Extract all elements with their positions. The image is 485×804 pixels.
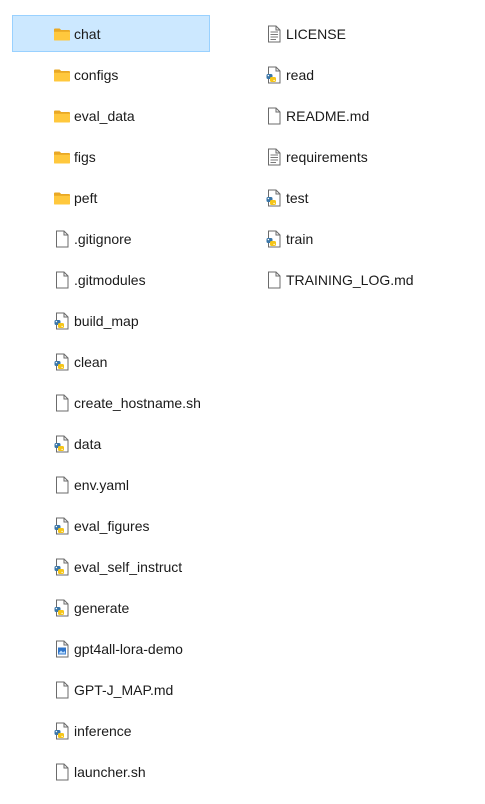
folder-item-configs[interactable]: configs	[12, 56, 210, 93]
folder-icon	[53, 66, 71, 84]
python-file-icon	[53, 353, 71, 371]
item-label: eval_figures	[74, 517, 150, 534]
file-item-train[interactable]: train	[223, 220, 473, 257]
item-label: generate	[74, 599, 130, 616]
item-label: configs	[74, 66, 119, 83]
item-label: .gitmodules	[74, 271, 146, 288]
file-icon	[265, 107, 283, 125]
file-item-build-map[interactable]: build_map	[12, 302, 210, 339]
item-label: env.yaml	[74, 476, 129, 493]
item-label: LICENSE	[286, 25, 346, 42]
item-label: launcher.sh	[74, 763, 146, 780]
file-item-inference[interactable]: inference	[12, 712, 210, 749]
folder-icon	[53, 189, 71, 207]
item-label: .gitignore	[74, 230, 132, 247]
file-item-generate[interactable]: generate	[12, 589, 210, 626]
item-label: requirements	[286, 148, 368, 165]
folder-item-chat[interactable]: chat	[12, 15, 210, 52]
folder-item-figs[interactable]: figs	[12, 138, 210, 175]
file-icon	[53, 763, 71, 781]
item-label: train	[286, 230, 314, 247]
item-label: TRAINING_LOG.md	[286, 271, 414, 288]
file-item-env-yaml[interactable]: env.yaml	[12, 466, 210, 503]
python-file-icon	[265, 230, 283, 248]
file-item-gitmodules[interactable]: .gitmodules	[12, 261, 210, 298]
item-label: GPT-J_MAP.md	[74, 681, 174, 698]
file-item-eval-figures[interactable]: eval_figures	[12, 507, 210, 544]
file-item-gpt-j-map-md[interactable]: GPT-J_MAP.md	[12, 671, 210, 708]
file-item-eval-self-instruct[interactable]: eval_self_instruct	[12, 548, 210, 585]
item-label: README.md	[286, 107, 370, 124]
item-label: create_hostname.sh	[74, 394, 201, 411]
file-item-test[interactable]: test	[223, 179, 473, 216]
item-label: test	[286, 189, 309, 206]
python-file-icon	[265, 189, 283, 207]
item-label: eval_self_instruct	[74, 558, 183, 575]
file-icon	[265, 271, 283, 289]
file-list-right: LICENSE read README.md requirements test trai…	[223, 15, 473, 302]
folder-icon	[53, 25, 71, 43]
file-item-data[interactable]: data	[12, 425, 210, 462]
item-label: inference	[74, 722, 132, 739]
python-file-icon	[53, 312, 71, 330]
file-item-create-hostname-sh[interactable]: create_hostname.sh	[12, 384, 210, 421]
text-file-icon	[265, 25, 283, 43]
file-item-training-log-md[interactable]: TRAINING_LOG.md	[223, 261, 473, 298]
python-file-icon	[265, 66, 283, 84]
image-file-icon	[53, 640, 71, 658]
python-file-icon	[53, 599, 71, 617]
item-label: gpt4all-lora-demo	[74, 640, 183, 657]
file-icon	[53, 681, 71, 699]
item-label: read	[286, 66, 315, 83]
file-icon	[53, 271, 71, 289]
file-icon	[53, 476, 71, 494]
python-file-icon	[53, 722, 71, 740]
folder-icon	[53, 107, 71, 125]
python-file-icon	[53, 435, 71, 453]
file-list-left: chat configs eval_datafigs peft .gitignore .g…	[12, 15, 210, 794]
folder-item-peft[interactable]: peft	[12, 179, 210, 216]
file-item-clean[interactable]: clean	[12, 343, 210, 380]
python-file-icon	[53, 558, 71, 576]
file-icon	[53, 230, 71, 248]
item-label: data	[74, 435, 102, 452]
folder-icon	[53, 148, 71, 166]
file-item-license[interactable]: LICENSE	[223, 15, 473, 52]
file-item-gpt4all-lora-demo[interactable]: gpt4all-lora-demo	[12, 630, 210, 667]
python-file-icon	[53, 517, 71, 535]
item-label: peft	[74, 189, 98, 206]
item-label: chat	[74, 25, 101, 42]
text-file-icon	[265, 148, 283, 166]
item-label: eval_data	[74, 107, 135, 124]
item-label: build_map	[74, 312, 139, 329]
file-item-requirements[interactable]: requirements	[223, 138, 473, 175]
file-item-read[interactable]: read	[223, 56, 473, 93]
file-item-gitignore[interactable]: .gitignore	[12, 220, 210, 257]
file-item-readme-md[interactable]: README.md	[223, 97, 473, 134]
item-label: clean	[74, 353, 108, 370]
file-item-launcher-sh[interactable]: launcher.sh	[12, 753, 210, 790]
item-label: figs	[74, 148, 96, 165]
file-icon	[53, 394, 71, 412]
folder-item-eval-data[interactable]: eval_data	[12, 97, 210, 134]
